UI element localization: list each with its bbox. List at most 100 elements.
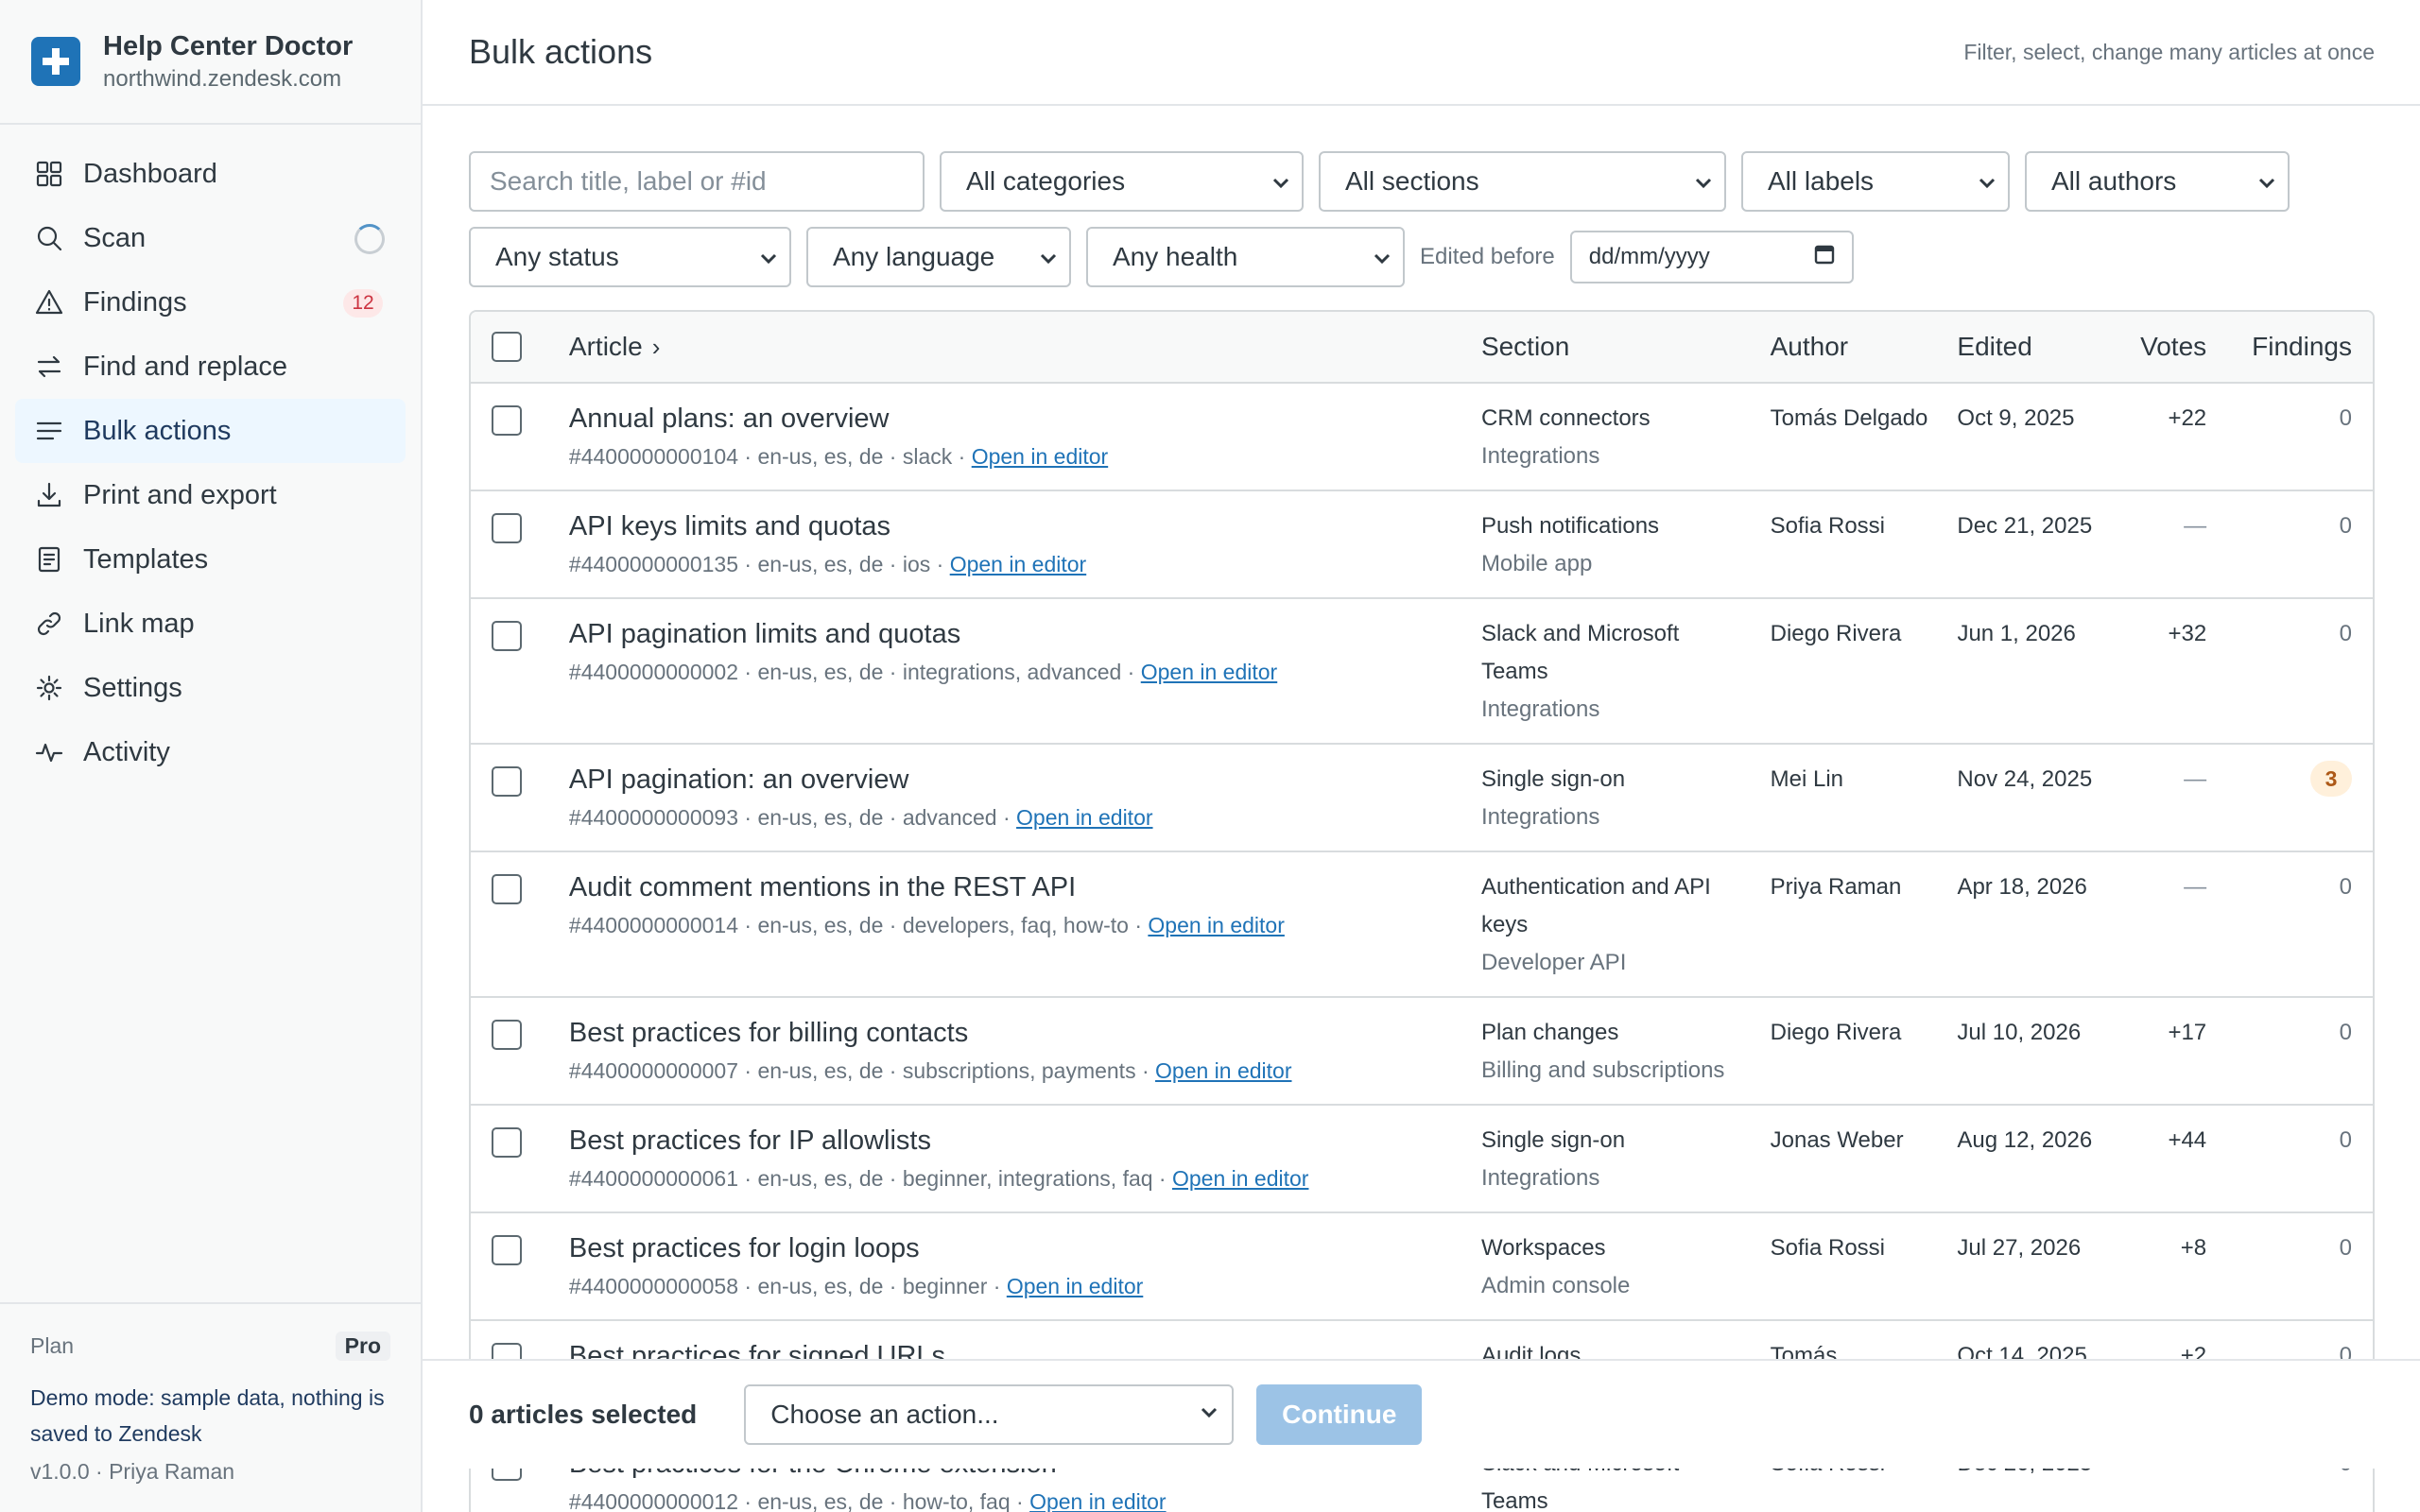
open-in-editor-link[interactable]: Open in editor [1016, 805, 1152, 830]
warning-icon [33, 286, 65, 318]
nav-label: Scan [83, 222, 147, 253]
article-title[interactable]: API pagination limits and quotas [569, 615, 1481, 653]
section-name: Single sign-on [1480, 766, 1626, 792]
nav-item-link-map[interactable]: Link map [15, 592, 406, 656]
labels-select[interactable]: All labels [1741, 151, 2010, 212]
authors-select[interactable]: All authors [2025, 151, 2290, 212]
open-in-editor-link[interactable]: Open in editor [1007, 1274, 1143, 1298]
health-select[interactable]: Any health [1086, 227, 1405, 287]
action-select[interactable]: Choose an action... [744, 1384, 1235, 1445]
edited-date: Oct 9, 2025 [1957, 405, 2075, 431]
open-in-editor-link[interactable]: Open in editor [1029, 1489, 1166, 1512]
article-title[interactable]: API keys limits and quotas [569, 507, 1481, 545]
nav-item-scan[interactable]: Scan [15, 206, 406, 270]
open-in-editor-link[interactable]: Open in editor [1155, 1058, 1291, 1083]
plan-badge: Pro [335, 1331, 390, 1361]
article-title[interactable]: Audit comment mentions in the REST API [569, 868, 1481, 906]
select-value: Any language [833, 242, 995, 271]
search-input[interactable]: Search title, label or #id [469, 151, 925, 212]
nav-item-bulk-actions[interactable]: Bulk actions [15, 399, 406, 463]
edited-date: Jul 27, 2026 [1957, 1235, 2082, 1261]
row-checkbox[interactable] [492, 1020, 522, 1050]
column-article-sort[interactable]: Article › [569, 332, 1481, 362]
category-name: Mobile app [1480, 551, 1593, 576]
sidebar-nav: Dashboard Scan Findings 12 Find and repl… [0, 125, 421, 784]
article-title[interactable]: API pagination: an overview [569, 761, 1481, 799]
row-checkbox[interactable] [492, 1127, 522, 1158]
row-checkbox[interactable] [492, 405, 522, 436]
open-in-editor-link[interactable]: Open in editor [950, 552, 1086, 576]
edited-date: Jul 10, 2026 [1957, 1020, 2082, 1045]
select-all-checkbox[interactable] [492, 332, 522, 362]
findings-value: 0 [2339, 405, 2352, 431]
list-icon [33, 415, 65, 447]
category-name: Admin console [1480, 1273, 1631, 1298]
article-title[interactable]: Annual plans: an overview [569, 400, 1481, 438]
column-header-edited: Edited [1957, 332, 2032, 361]
column-header-author: Author [1770, 332, 1849, 361]
article-title[interactable]: Best practices for login loops [569, 1229, 1481, 1267]
article-meta: #4400000000007 · en-us, es, de · subscri… [568, 1058, 1156, 1083]
nav-item-find-and-replace[interactable]: Find and replace [15, 335, 406, 399]
row-checkbox[interactable] [492, 1235, 522, 1265]
findings-badge[interactable]: 3 [2310, 761, 2352, 797]
open-in-editor-link[interactable]: Open in editor [972, 444, 1108, 469]
continue-button[interactable]: Continue [1256, 1384, 1423, 1445]
article-meta: #4400000000104 · en-us, es, de · slack · [568, 444, 972, 469]
column-header-votes: Votes [2140, 332, 2207, 361]
nav-label: Find and replace [83, 351, 288, 382]
nav-item-templates[interactable]: Templates [15, 527, 406, 592]
row-checkbox[interactable] [492, 621, 522, 651]
findings-value: 0 [2339, 513, 2352, 539]
section-name: Push notifications [1480, 513, 1660, 539]
row-checkbox[interactable] [492, 513, 522, 543]
row-checkbox[interactable] [492, 874, 522, 904]
section-name: Slack and Microsoft Teams [1480, 621, 1680, 684]
nav-item-print-and-export[interactable]: Print and export [15, 463, 406, 527]
loading-spinner-icon [354, 224, 385, 254]
link-icon [33, 608, 65, 640]
selected-count: 0 articles selected [469, 1400, 698, 1429]
nav-item-settings[interactable]: Settings [15, 656, 406, 720]
nav-item-dashboard[interactable]: Dashboard [15, 142, 406, 206]
table-row: API keys limits and quotas #440000000013… [471, 491, 2373, 599]
page-title: Bulk actions [469, 32, 653, 71]
open-in-editor-link[interactable]: Open in editor [1141, 660, 1277, 684]
nav-label: Dashboard [83, 158, 217, 189]
author-name: Sofia Rossi [1770, 1235, 1886, 1261]
findings-value: 0 [2339, 1020, 2352, 1045]
nav-item-findings[interactable]: Findings 12 [15, 270, 406, 335]
section-select[interactable]: All sections [1319, 151, 1726, 212]
nav-label: Settings [83, 672, 182, 703]
findings-value: 0 [2339, 874, 2353, 900]
edited-before-date-input[interactable]: dd/mm/yyyy [1569, 231, 1854, 284]
edited-date: Apr 18, 2026 [1957, 874, 2087, 900]
author-name: Jonas Weber [1770, 1127, 1904, 1153]
status-select[interactable]: Any status [469, 227, 791, 287]
chevron-right-icon: › [651, 333, 661, 361]
findings-value: 0 [2339, 1127, 2352, 1153]
article-meta: #4400000000135 · en-us, es, de · ios · [568, 552, 950, 576]
open-in-editor-link[interactable]: Open in editor [1172, 1166, 1308, 1191]
chevron-down-icon [1198, 1400, 1220, 1430]
row-checkbox[interactable] [492, 766, 522, 797]
chevron-down-icon [1037, 246, 1060, 268]
section-name: Workspaces [1480, 1235, 1606, 1261]
table-row: API pagination: an overview #44000000000… [471, 745, 2373, 852]
author-name: Tomás Delgado [1770, 405, 1928, 431]
article-title[interactable]: Best practices for IP allowlists [569, 1122, 1481, 1160]
category-select[interactable]: All categories [940, 151, 1304, 212]
article-title[interactable]: Best practices for billing contacts [569, 1014, 1481, 1052]
votes-value: +17 [2168, 1020, 2207, 1045]
nav-item-activity[interactable]: Activity [15, 720, 406, 784]
open-in-editor-link[interactable]: Open in editor [1148, 913, 1284, 937]
select-value: Choose an action... [770, 1400, 999, 1429]
votes-value: +8 [2180, 1235, 2207, 1261]
edited-before-label: Edited before [1420, 244, 1555, 269]
search-icon [33, 222, 65, 254]
language-select[interactable]: Any language [806, 227, 1071, 287]
column-header-article: Article [568, 332, 643, 361]
table-row: Best practices for billing contacts #440… [471, 998, 2373, 1106]
edited-date: Nov 24, 2025 [1957, 766, 2093, 792]
article-meta: #4400000000002 · en-us, es, de · integra… [568, 660, 1141, 684]
